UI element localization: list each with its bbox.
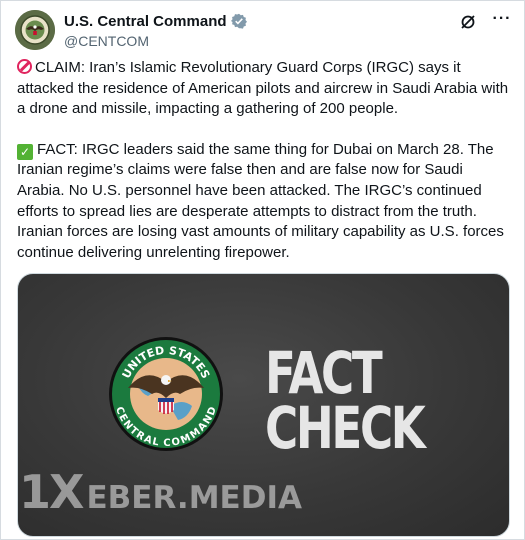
tweet-header: U.S. Central Command @CENTCOM ··· xyxy=(15,10,512,50)
headline-line-check: CHECK xyxy=(265,394,426,462)
verified-badge-icon[interactable] xyxy=(230,13,247,29)
name-row: U.S. Central Command xyxy=(64,12,247,30)
tweet-text: CLAIM: Iran’s Islamic Revolutionary Guar… xyxy=(17,58,509,263)
author-block: U.S. Central Command @CENTCOM xyxy=(64,12,247,49)
display-name[interactable]: U.S. Central Command xyxy=(64,13,227,30)
fact-check-headline: FACT CHECK xyxy=(265,339,426,462)
tweet-card: U.S. Central Command @CENTCOM ··· CLAIM:… xyxy=(0,0,525,540)
claim-text: CLAIM: Iran’s Islamic Revolutionary Guar… xyxy=(17,59,509,118)
avatar[interactable] xyxy=(15,10,55,50)
fact-text: FACT: IRGC leaders said the same thing f… xyxy=(17,140,504,261)
tweet-media-image[interactable]: UNITED STATES CENTRAL COMMAND FACT CHECK xyxy=(17,273,510,537)
grok-slash-icon[interactable] xyxy=(458,12,478,32)
prohibited-emoji-icon xyxy=(17,59,32,74)
fact-paragraph: ✓ FACT: IRGC leaders said the same thing … xyxy=(17,140,509,264)
centcom-seal-icon: UNITED STATES CENTRAL COMMAND xyxy=(109,337,223,451)
headline-line-fact: FACT xyxy=(265,339,383,407)
header-actions: ··· xyxy=(458,9,512,32)
centcom-seal-avatar-icon xyxy=(15,10,55,50)
check-mark-emoji-icon: ✓ xyxy=(17,144,33,161)
more-options-icon[interactable]: ··· xyxy=(492,9,512,29)
author-handle[interactable]: @CENTCOM xyxy=(64,33,247,49)
claim-paragraph: CLAIM: Iran’s Islamic Revolutionary Guar… xyxy=(17,58,509,120)
